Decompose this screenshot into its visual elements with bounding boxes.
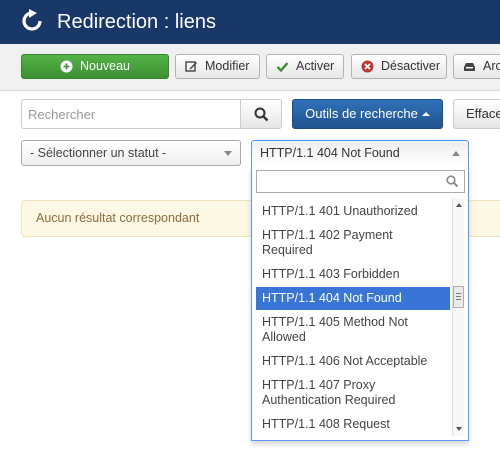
edit-button-label: Modifier bbox=[205, 59, 250, 73]
checkmark-icon bbox=[276, 62, 289, 73]
dropdown-option[interactable]: HTTP/1.1 408 Request bbox=[256, 413, 450, 436]
search-icon bbox=[446, 175, 459, 188]
plus-circle-icon bbox=[60, 60, 73, 73]
cancel-circle-icon bbox=[361, 60, 374, 73]
clear-button-label: Efface bbox=[466, 106, 500, 121]
scroll-down-icon[interactable] bbox=[456, 427, 462, 431]
http-code-filter-select[interactable]: HTTP/1.1 404 Not Found bbox=[251, 140, 469, 166]
dropdown-option[interactable]: HTTP/1.1 406 Not Acceptable bbox=[256, 350, 450, 373]
new-button-label: Nouveau bbox=[79, 59, 131, 73]
search-button[interactable] bbox=[240, 99, 282, 129]
dropdown-option[interactable]: HTTP/1.1 403 Forbidden bbox=[256, 263, 450, 286]
edit-icon bbox=[185, 61, 197, 72]
page-header: Redirection : liens bbox=[0, 0, 500, 44]
dropdown-option[interactable]: HTTP/1.1 401 Unauthorized bbox=[256, 200, 450, 223]
clear-button[interactable]: Efface bbox=[453, 99, 500, 129]
new-button[interactable]: Nouveau bbox=[21, 54, 169, 79]
http-code-filter-value: HTTP/1.1 404 Not Found bbox=[260, 146, 400, 160]
caret-up-icon bbox=[421, 111, 430, 116]
dropdown-option-selected[interactable]: HTTP/1.1 404 Not Found bbox=[256, 287, 450, 310]
dropdown-option[interactable]: HTTP/1.1 402 Payment Required bbox=[256, 224, 450, 262]
status-filter-value: - Sélectionner un statut - bbox=[30, 146, 167, 160]
archive-button[interactable]: Arc bbox=[453, 54, 500, 79]
activate-button-label: Activer bbox=[296, 59, 335, 73]
search-input[interactable] bbox=[21, 99, 241, 129]
scrollbar-thumb[interactable] bbox=[453, 286, 464, 308]
refresh-icon bbox=[22, 9, 42, 31]
page-title: Redirection : liens bbox=[57, 11, 216, 33]
search-tools-button[interactable]: Outils de recherche bbox=[292, 99, 443, 129]
dropdown-list: HTTP/1.1 401 Unauthorized HTTP/1.1 402 P… bbox=[252, 198, 452, 441]
edit-button[interactable]: Modifier bbox=[175, 54, 260, 79]
dropdown-option[interactable]: HTTP/1.1 405 Method Not Allowed bbox=[256, 311, 450, 349]
toolbar: Nouveau Modifier Activer Désactiver Arc bbox=[0, 44, 500, 91]
search-icon bbox=[254, 107, 269, 122]
archive-button-label: Arc bbox=[483, 59, 500, 73]
http-code-dropdown: HTTP/1.1 401 Unauthorized HTTP/1.1 402 P… bbox=[251, 165, 469, 441]
dropdown-search-field[interactable] bbox=[256, 170, 465, 193]
archive-icon bbox=[464, 63, 475, 71]
no-results-message: Aucun résultat correspondant bbox=[36, 211, 200, 225]
dropdown-option[interactable]: HTTP/1.1 407 Proxy Authentication Requir… bbox=[256, 374, 450, 412]
deactivate-button-label: Désactiver bbox=[381, 59, 441, 73]
search-tools-label: Outils de recherche bbox=[305, 106, 418, 121]
deactivate-button[interactable]: Désactiver bbox=[351, 54, 447, 79]
dropdown-scrollbar[interactable] bbox=[452, 198, 464, 436]
scroll-up-icon[interactable] bbox=[456, 203, 462, 207]
status-filter-select[interactable]: - Sélectionner un statut - bbox=[21, 140, 241, 166]
chevron-up-icon bbox=[452, 151, 460, 156]
chevron-down-icon bbox=[224, 151, 232, 156]
activate-button[interactable]: Activer bbox=[266, 54, 344, 79]
